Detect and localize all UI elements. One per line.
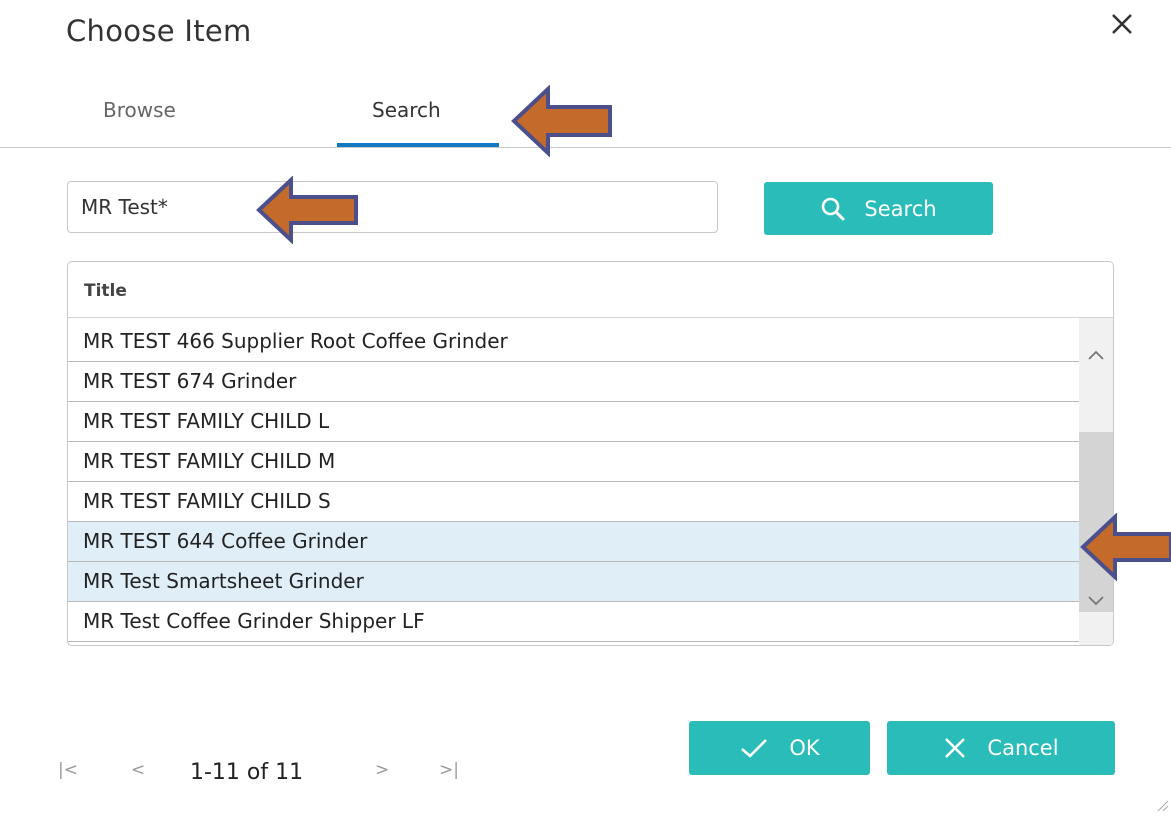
ok-button-label: OK <box>789 736 820 760</box>
row-title: MR Test Smartsheet Grinder <box>83 569 364 593</box>
row-title: MR Test Coffee Grinder Shipper LF <box>83 609 425 633</box>
close-icon[interactable] <box>1108 10 1136 38</box>
close-icon <box>945 738 966 758</box>
table-row[interactable]: MR Test Coffee Grinder Shipper LF <box>68 602 1079 642</box>
pager-range-text: 1-11 of 11 <box>190 760 304 785</box>
column-header-title[interactable]: Title <box>84 281 127 301</box>
chevron-down-icon[interactable] <box>1086 590 1106 610</box>
grid-header: Title <box>68 262 1113 318</box>
row-title: MR TEST FAMILY CHILD S <box>83 489 331 513</box>
row-title: MR TEST FAMILY CHILD M <box>83 449 336 473</box>
cancel-button[interactable]: Cancel <box>887 721 1115 775</box>
ok-button[interactable]: OK <box>689 721 870 775</box>
resize-grip-icon[interactable] <box>1155 798 1169 812</box>
grid-rows: MR TEST 466 Supplier Root Coffee Grinder… <box>68 318 1079 645</box>
pager-prev-button[interactable]: < <box>131 760 145 780</box>
cancel-button-label: Cancel <box>987 736 1059 760</box>
table-row[interactable]: MR Test Smartsheet Grinder <box>68 562 1079 602</box>
pager-next-button[interactable]: > <box>375 760 389 780</box>
table-row[interactable]: MR TEST FAMILY CHILD M <box>68 442 1079 482</box>
dialog-title: Choose Item <box>66 14 252 48</box>
row-title: MR TEST 674 Grinder <box>83 369 297 393</box>
search-icon <box>822 197 845 220</box>
annotation-arrow-icon <box>1080 513 1171 581</box>
table-row[interactable]: MR TEST 644 Coffee Grinder <box>68 522 1079 562</box>
row-title: MR TEST 644 Coffee Grinder <box>83 529 368 553</box>
annotation-arrow-icon <box>256 176 358 244</box>
search-button-label: Search <box>864 196 937 221</box>
table-row[interactable]: MR TEST 674 Grinder <box>68 362 1079 402</box>
annotation-arrow-icon <box>511 85 612 157</box>
table-row[interactable]: MR TEST FAMILY CHILD L <box>68 402 1079 442</box>
tab-browse[interactable]: Browse <box>103 98 176 122</box>
row-title: MR TEST FAMILY CHILD L <box>83 409 330 433</box>
vertical-scrollbar[interactable] <box>1079 318 1113 645</box>
search-input[interactable] <box>67 181 718 233</box>
chevron-up-icon[interactable] <box>1086 346 1106 366</box>
tab-search[interactable]: Search <box>372 98 441 122</box>
table-row[interactable]: MR TEST FAMILY CHILD S <box>68 482 1079 522</box>
pager-last-button[interactable]: >| <box>439 760 459 780</box>
search-button[interactable]: Search <box>764 182 993 235</box>
checkmark-icon <box>741 739 768 758</box>
row-title: MR TEST 466 Supplier Root Coffee Grinder <box>83 329 508 353</box>
pager-first-button[interactable]: |< <box>58 760 78 780</box>
table-row[interactable]: MR TEST 466 Supplier Root Coffee Grinder <box>68 322 1079 362</box>
results-grid: Title MR TEST 466 Supplier Root Coffee G… <box>67 261 1114 646</box>
